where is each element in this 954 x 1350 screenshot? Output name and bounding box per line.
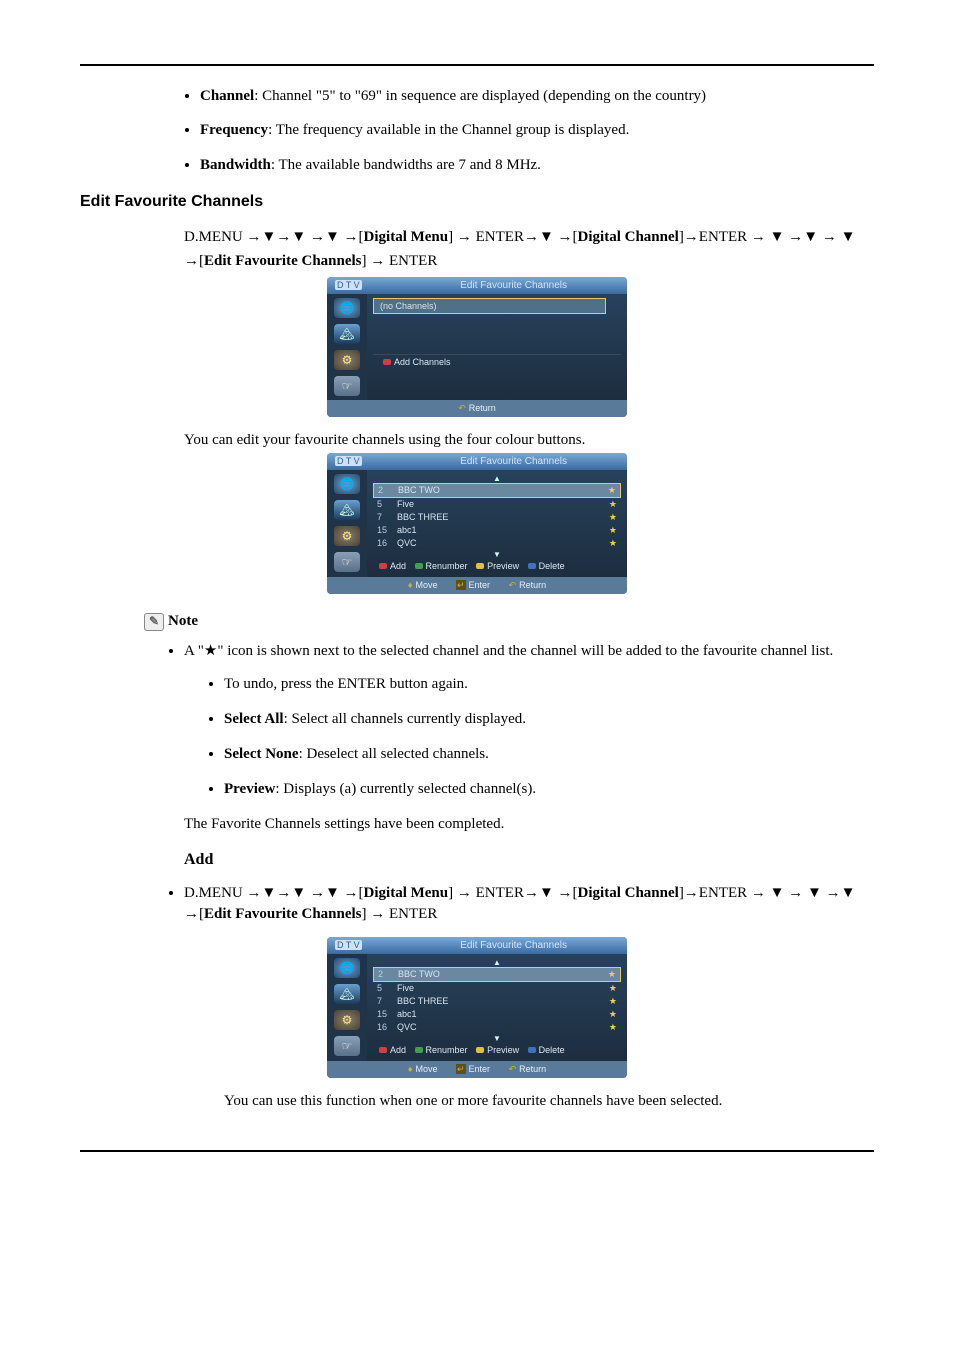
star-icon: ★	[609, 996, 617, 1007]
picture-icon: 🏔	[334, 984, 360, 1004]
osd-title-text: Edit Favourite Channels	[460, 280, 567, 291]
add-nav-list: D.MENU →▼→▼ →▼ →[Digital Menu] → ENTER→▼…	[184, 883, 874, 925]
red-dot-icon	[379, 1047, 387, 1053]
intro-bandwidth: Bandwidth: The available bandwidths are …	[200, 155, 874, 175]
gear-icon: ⚙	[334, 1010, 360, 1030]
red-dot-icon	[383, 359, 391, 365]
osd-move: Move	[408, 580, 438, 590]
osd-title-text: Edit Favourite Channels	[460, 456, 567, 467]
green-dot-icon	[415, 563, 423, 569]
osd-enter: Enter	[456, 1064, 490, 1074]
picture-icon: 🏔	[334, 324, 360, 344]
osd-return: Return	[509, 580, 547, 590]
osd-title-text: Edit Favourite Channels	[460, 940, 567, 951]
channel-row: 2BBC TWO★	[373, 967, 621, 982]
osd-screenshot-1: D T V Edit Favourite Channels 🌐 🏔 ⚙ ☞ (n…	[327, 277, 627, 417]
osd-return: Return	[509, 1064, 547, 1074]
note-heading: ✎ Note	[144, 613, 874, 631]
channel-row: 2BBC TWO★	[373, 483, 621, 498]
body-text-1: You can edit your favourite channels usi…	[184, 432, 874, 449]
osd-move: Move	[408, 1064, 438, 1074]
intro-list: Channel: Channel "5" to "69" in sequence…	[200, 86, 874, 175]
osd-dtv-badge: D T V	[335, 940, 362, 950]
star-icon: ★	[609, 525, 617, 536]
hand-icon: ☞	[334, 552, 360, 572]
channel-row: 7BBC THREE★	[373, 995, 621, 1008]
red-dot-icon	[379, 563, 387, 569]
osd-screenshot-2: D T V Edit Favourite Channels 🌐 🏔 ⚙ ☞ ▲ …	[327, 453, 627, 594]
nav-path-1: D.MENU →▼→▼ →▼ →[Digital Menu] → ENTER→▼…	[184, 225, 874, 273]
section-heading: Edit Favourite Channels	[80, 193, 874, 211]
globe-icon: 🌐	[334, 958, 360, 978]
intro-frequency: Frequency: The frequency available in th…	[200, 120, 874, 140]
channel-list: 2BBC TWO★ 5Five★ 7BBC THREE★ 15abc1★ 16Q…	[373, 967, 621, 1034]
bandwidth-label: Bandwidth	[200, 157, 271, 173]
channel-row: 15abc1★	[373, 524, 621, 537]
channel-text: : Channel "5" to "69" in sequence are di…	[254, 88, 706, 104]
footer-text: You can use this function when one or mo…	[224, 1093, 874, 1110]
note-list: A "★" icon is shown next to the selected…	[184, 641, 874, 835]
gear-icon: ⚙	[334, 526, 360, 546]
osd-no-channels: (no Channels)	[373, 298, 606, 314]
note-sub-item: To undo, press the ENTER button again.	[224, 674, 874, 695]
yellow-dot-icon	[476, 563, 484, 569]
bandwidth-text: : The available bandwidths are 7 and 8 M…	[271, 157, 541, 173]
note-icon: ✎	[144, 613, 164, 631]
blue-dot-icon	[528, 1047, 536, 1053]
star-icon: ★	[609, 512, 617, 523]
channel-row: 15abc1★	[373, 1008, 621, 1021]
frequency-label: Frequency	[200, 122, 268, 138]
down-arrow-icon: ▼	[373, 1034, 621, 1043]
channel-row: 16QVC★	[373, 1021, 621, 1034]
channel-row: 16QVC★	[373, 537, 621, 550]
yellow-dot-icon	[476, 1047, 484, 1053]
star-icon: ★	[609, 538, 617, 549]
globe-icon: 🌐	[334, 474, 360, 494]
osd-enter: Enter	[456, 580, 490, 590]
note-done: The Favorite Channels settings have been…	[184, 814, 874, 835]
star-icon: ★	[204, 643, 217, 659]
note-sub-item: Preview: Displays (a) currently selected…	[224, 779, 874, 800]
hand-icon: ☞	[334, 1036, 360, 1056]
osd-dtv-badge: D T V	[335, 280, 362, 290]
star-icon: ★	[609, 1009, 617, 1020]
star-icon: ★	[609, 499, 617, 510]
gear-icon: ⚙	[334, 350, 360, 370]
nav-path-2: D.MENU →▼→▼ →▼ →[Digital Menu] → ENTER→▼…	[184, 883, 874, 925]
picture-icon: 🏔	[334, 500, 360, 520]
osd-return: Return	[458, 403, 496, 413]
note-sub-item: Select None: Deselect all selected chann…	[224, 744, 874, 765]
up-arrow-icon: ▲	[373, 958, 621, 967]
hand-icon: ☞	[334, 376, 360, 396]
osd-screenshot-3: D T V Edit Favourite Channels 🌐 🏔 ⚙ ☞ ▲ …	[327, 937, 627, 1078]
note-label: Note	[168, 613, 198, 630]
down-arrow-icon: ▼	[373, 550, 621, 559]
up-arrow-icon: ▲	[373, 474, 621, 483]
osd-add-channels: Add Channels	[394, 357, 451, 367]
channel-list: 2BBC TWO★ 5Five★ 7BBC THREE★ 15abc1★ 16Q…	[373, 483, 621, 550]
channel-row: 7BBC THREE★	[373, 511, 621, 524]
intro-channel: Channel: Channel "5" to "69" in sequence…	[200, 86, 874, 106]
globe-icon: 🌐	[334, 298, 360, 318]
star-icon: ★	[608, 485, 616, 496]
channel-label: Channel	[200, 88, 254, 104]
star-icon: ★	[609, 983, 617, 994]
note-item: A "★" icon is shown next to the selected…	[184, 641, 874, 835]
star-icon: ★	[608, 969, 616, 980]
star-icon: ★	[609, 1022, 617, 1033]
add-heading: Add	[184, 851, 874, 869]
osd-dtv-badge: D T V	[335, 456, 362, 466]
blue-dot-icon	[528, 563, 536, 569]
green-dot-icon	[415, 1047, 423, 1053]
note-sub-item: Select All: Select all channels currentl…	[224, 709, 874, 730]
channel-row: 5Five★	[373, 498, 621, 511]
channel-row: 5Five★	[373, 982, 621, 995]
frequency-text: : The frequency available in the Channel…	[268, 122, 629, 138]
